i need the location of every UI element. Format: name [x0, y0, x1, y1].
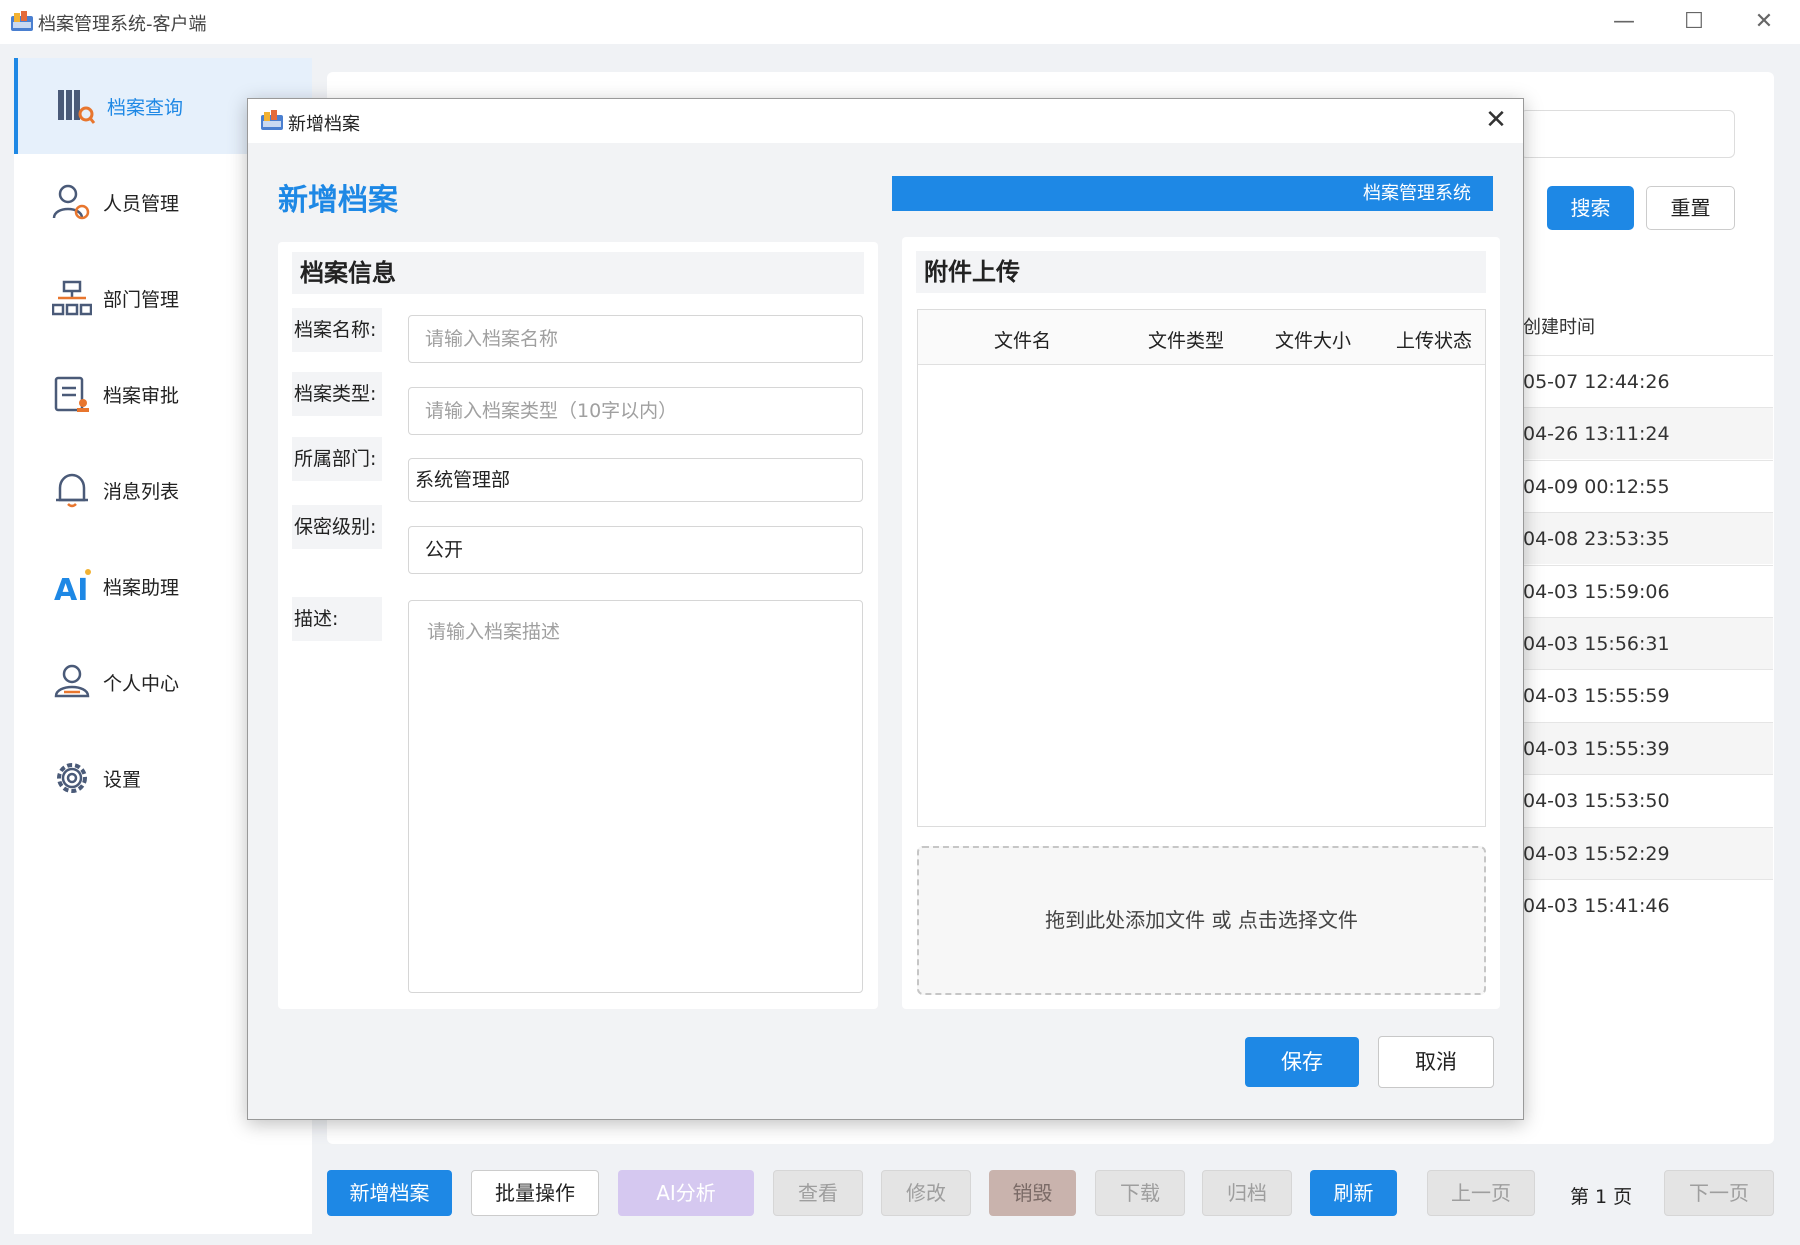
created-time-cell: 04-03 15:52:29: [1523, 842, 1670, 865]
view-button[interactable]: 查看: [773, 1170, 863, 1216]
column-header-file-size: 文件大小: [1275, 330, 1352, 352]
dialog-close-icon[interactable]: ✕: [1480, 105, 1512, 137]
app-logo-icon: [11, 11, 33, 31]
ai-analysis-button[interactable]: AI分析: [618, 1170, 754, 1216]
type-label: 档案类型:: [292, 372, 382, 416]
ai-icon: AI: [54, 569, 91, 606]
sidebar-item-label: 部门管理: [103, 289, 180, 311]
created-time-cell: 04-03 15:59:06: [1523, 580, 1670, 603]
cancel-button[interactable]: 取消: [1378, 1036, 1494, 1088]
created-time-cell: 04-03 15:53:50: [1523, 790, 1670, 813]
attachment-title: 附件上传: [916, 251, 1486, 293]
app-title: 档案管理系统-客户端: [38, 14, 207, 35]
created-time-cell: 04-26 13:11:24: [1523, 423, 1670, 446]
new-archive-dialog: 新增档案 ✕ 新增档案 档案管理系统 档案信息 档案名称: 请输入档案名称 档案…: [247, 98, 1524, 1120]
table-row[interactable]: 04-08 23:53:35: [1523, 512, 1773, 565]
destroy-button[interactable]: 销毁: [989, 1170, 1076, 1216]
archive-button[interactable]: 归档: [1202, 1170, 1292, 1216]
sidebar-item-label: 档案助理: [103, 577, 180, 599]
svg-text:AI: AI: [54, 573, 88, 606]
created-time-cell: 04-03 15:41:46: [1523, 895, 1670, 917]
dialog-window-title: 新增档案: [288, 114, 360, 135]
created-time-cell: 04-03 15:56:31: [1523, 633, 1670, 655]
file-dropzone[interactable]: 拖到此处添加文件 或 点击选择文件: [917, 846, 1486, 995]
table-row[interactable]: 04-26 13:11:24: [1523, 407, 1773, 460]
archive-search-icon: [58, 90, 96, 124]
sidebar-item-label: 档案查询: [107, 97, 184, 119]
table-row[interactable]: 05-07 12:44:26: [1523, 355, 1773, 407]
column-header-upload-status: 上传状态: [1396, 330, 1473, 352]
attachment-panel: 附件上传 文件名 文件类型 文件大小 上传状态 拖到此处添加文件 或 点击选择文…: [902, 237, 1500, 1009]
table-row[interactable]: 04-03 15:52:29: [1523, 826, 1773, 879]
table-row[interactable]: 04-03 15:55:39: [1523, 721, 1773, 774]
created-time-cell: 04-03 15:55:59: [1523, 685, 1670, 708]
org-chart-icon: [52, 280, 92, 316]
name-input[interactable]: 请输入档案名称: [408, 315, 863, 363]
minimize-button[interactable]: —: [1604, 8, 1644, 38]
table-row[interactable]: 04-03 15:53:50: [1523, 774, 1773, 826]
department-input[interactable]: 系统管理部: [408, 458, 863, 502]
security-level-label: 保密级别:: [292, 505, 382, 549]
table-row[interactable]: 04-09 00:12:55: [1523, 459, 1773, 512]
approval-clipboard-icon: [54, 376, 89, 412]
page-indicator: 第 1 页: [1570, 1186, 1633, 1208]
reset-button[interactable]: 重置: [1646, 186, 1735, 230]
name-label: 档案名称:: [292, 308, 382, 352]
user-settings-icon: [52, 184, 90, 220]
person-icon: [54, 664, 90, 698]
created-time-cell: 04-09 00:12:55: [1523, 475, 1670, 498]
created-time-cell: 05-07 12:44:26: [1523, 371, 1670, 393]
refresh-button[interactable]: 刷新: [1310, 1170, 1397, 1216]
gear-icon: [57, 763, 87, 793]
sidebar-item-label: 人员管理: [103, 193, 180, 215]
description-textarea[interactable]: 请输入档案描述: [408, 600, 863, 993]
column-header-created-time: 创建时间: [1523, 317, 1595, 338]
maximize-button[interactable]: ☐: [1674, 8, 1714, 38]
prev-page-button[interactable]: 上一页: [1427, 1170, 1535, 1216]
created-time-cell: 04-03 15:55:39: [1523, 737, 1670, 760]
security-level-input[interactable]: 公开: [408, 526, 863, 574]
close-window-button[interactable]: ✕: [1744, 8, 1784, 38]
download-button[interactable]: 下载: [1095, 1170, 1185, 1216]
dialog-titlebar: 新增档案 ✕: [248, 99, 1523, 143]
search-input[interactable]: [1520, 110, 1735, 158]
column-header-file-name: 文件名: [994, 330, 1052, 352]
edit-button[interactable]: 修改: [881, 1170, 971, 1216]
description-label: 描述:: [292, 597, 382, 641]
file-table-header: 文件名 文件类型 文件大小 上传状态: [918, 310, 1485, 365]
file-table: 文件名 文件类型 文件大小 上传状态: [917, 309, 1486, 827]
next-page-button[interactable]: 下一页: [1664, 1170, 1774, 1216]
table-row[interactable]: 04-03 15:55:59: [1523, 669, 1773, 721]
search-button[interactable]: 搜索: [1547, 186, 1634, 230]
archive-info-title: 档案信息: [292, 252, 864, 294]
sidebar-item-label: 设置: [103, 769, 142, 791]
new-archive-button[interactable]: 新增档案: [327, 1170, 452, 1216]
dialog-heading: 新增档案: [278, 183, 398, 218]
brand-banner: 档案管理系统: [892, 176, 1493, 211]
window-titlebar: 档案管理系统-客户端 — ☐ ✕: [0, 0, 1800, 44]
column-header-file-type: 文件类型: [1148, 330, 1225, 352]
save-button[interactable]: 保存: [1245, 1037, 1359, 1087]
sidebar-item-label: 消息列表: [103, 481, 180, 503]
sidebar-item-label: 个人中心: [103, 673, 180, 695]
archive-info-panel: 档案信息 档案名称: 请输入档案名称 档案类型: 请输入档案类型（10字以内） …: [278, 242, 878, 1009]
department-label: 所属部门:: [292, 437, 382, 481]
dialog-logo-icon: [261, 110, 283, 130]
batch-operation-button[interactable]: 批量操作: [471, 1170, 599, 1216]
table-row[interactable]: 04-03 15:56:31: [1523, 617, 1773, 669]
sidebar-item-label: 档案审批: [103, 385, 180, 407]
bell-icon: [56, 473, 88, 508]
table-row[interactable]: 04-03 15:41:46: [1523, 879, 1773, 931]
created-time-cell: 04-08 23:53:35: [1523, 528, 1670, 551]
type-input[interactable]: 请输入档案类型（10字以内）: [408, 387, 863, 435]
table-row[interactable]: 04-03 15:59:06: [1523, 564, 1773, 617]
